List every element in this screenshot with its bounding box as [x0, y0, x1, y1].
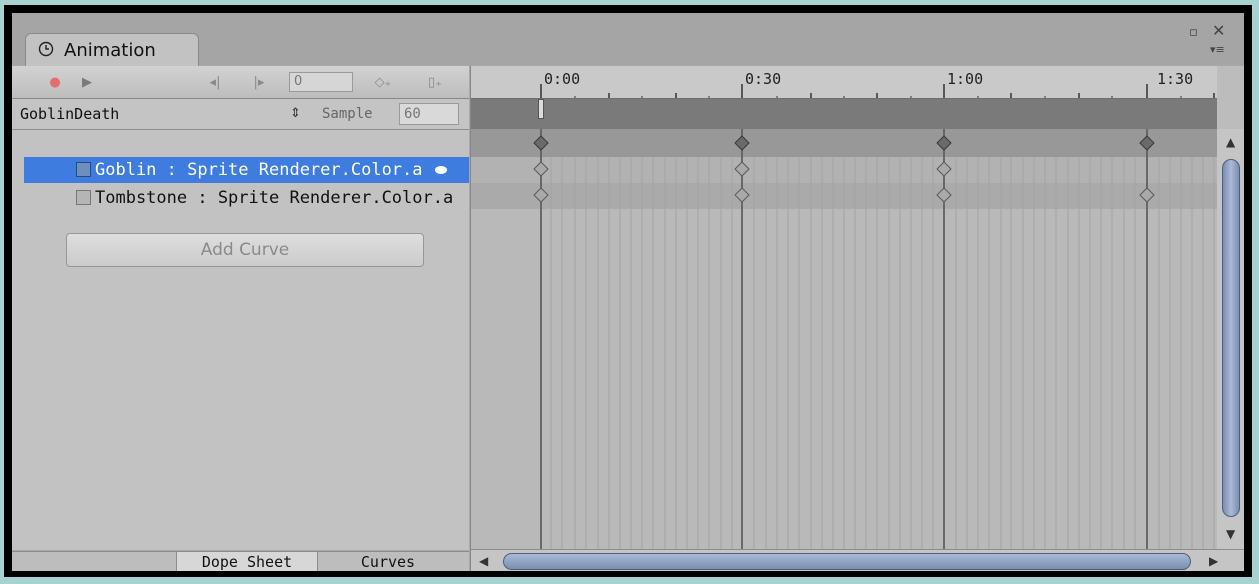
keyframe-scrub-bar[interactable] — [471, 99, 1217, 129]
sprite-renderer-icon — [76, 162, 91, 177]
keyframe-diamond[interactable] — [936, 161, 952, 177]
sample-label: Sample — [322, 106, 373, 122]
close-icon[interactable]: ✕ — [1212, 21, 1225, 40]
keyframe-diamond[interactable] — [1139, 187, 1155, 203]
time-ruler[interactable]: 0:00 0:30 1:00 1:30 — [471, 66, 1217, 99]
add-curve-button[interactable]: Add Curve — [66, 233, 424, 267]
keyframe-diamond[interactable] — [734, 187, 750, 203]
add-event-button[interactable]: ▯₊ — [420, 70, 450, 94]
add-keyframe-button[interactable]: ◇₊ — [368, 70, 398, 94]
window-frame: Animation ▫ ✕ ▾≡ ● ▶ ◂| |▸ 0 ◇₊ ▯₊ Gobli… — [4, 5, 1252, 577]
tab-curves[interactable]: Curves — [318, 552, 458, 571]
keyframe-summary-diamond[interactable] — [936, 135, 952, 151]
property-row-tombstone[interactable]: Tombstone : Sprite Renderer.Color.a — [24, 185, 469, 211]
keyframe-summary-diamond[interactable] — [734, 135, 750, 151]
keyframe-diamond[interactable] — [533, 161, 549, 177]
menu-icon[interactable]: ▾≡ — [1210, 43, 1225, 56]
keyframe-diamond[interactable] — [533, 187, 549, 203]
tab-title: Animation — [64, 40, 156, 61]
play-button[interactable]: ▶ — [74, 70, 100, 94]
maximize-icon[interactable]: ▫ — [1189, 25, 1198, 40]
horizontal-scroll-thumb[interactable] — [503, 553, 1191, 570]
tab-dope-sheet[interactable]: Dope Sheet — [176, 552, 318, 571]
property-list: Goblin : Sprite Renderer.Color.a Tombsto… — [12, 130, 469, 550]
animation-window: Animation ▫ ✕ ▾≡ ● ▶ ◂| |▸ 0 ◇₊ ▯₊ Gobli… — [12, 13, 1244, 571]
dopesheet-timeline[interactable]: 0:00 0:30 1:00 1:30 ▲ ▼ ◀ ▶ — [470, 66, 1244, 571]
keyframe-summary-diamond[interactable] — [533, 135, 549, 151]
frame-field[interactable]: 0 — [289, 72, 353, 92]
tab-strip: Animation ▫ ✕ ▾≡ — [12, 13, 1244, 66]
toolbar: ● ▶ ◂| |▸ 0 ◇₊ ▯₊ — [12, 66, 469, 99]
property-label: Goblin : Sprite Renderer.Color.a — [95, 160, 423, 180]
sprite-renderer-icon — [76, 190, 91, 205]
clip-select[interactable]: GoblinDeath — [20, 103, 310, 125]
sample-field[interactable]: 60 — [399, 103, 459, 125]
record-button[interactable]: ● — [42, 70, 68, 94]
view-mode-tabs: Dope Sheet Curves — [12, 551, 469, 571]
clip-row: GoblinDeath ⇕ Sample 60 — [12, 99, 469, 130]
tick-label: 0:30 — [745, 70, 782, 88]
keyframes-layer — [533, 129, 1155, 549]
horizontal-scrollbar[interactable]: ◀ ▶ — [471, 549, 1244, 571]
tab-animation[interactable]: Animation — [25, 33, 199, 66]
keyframe-summary-diamond[interactable] — [1139, 135, 1155, 151]
keyframe-diamond[interactable] — [936, 187, 952, 203]
property-row-goblin[interactable]: Goblin : Sprite Renderer.Color.a — [24, 157, 469, 183]
options-icon[interactable] — [435, 166, 447, 174]
tick-label: 0:00 — [544, 70, 581, 88]
clip-dropdown-icon[interactable]: ⇕ — [290, 103, 301, 125]
playhead-handle[interactable] — [538, 99, 544, 119]
prev-keyframe-button[interactable]: ◂| — [202, 70, 228, 94]
next-keyframe-button[interactable]: |▸ — [246, 70, 272, 94]
tick-label: 1:00 — [947, 70, 984, 88]
scroll-right-icon[interactable]: ▶ — [1209, 554, 1218, 568]
vertical-scroll-thumb[interactable] — [1222, 159, 1240, 517]
keyframe-diamond[interactable] — [734, 161, 750, 177]
tick-label: 1:30 — [1157, 70, 1194, 88]
clock-icon — [38, 41, 54, 57]
property-label: Tombstone : Sprite Renderer.Color.a — [95, 188, 454, 208]
scroll-down-icon[interactable]: ▼ — [1226, 527, 1235, 541]
scroll-left-icon[interactable]: ◀ — [479, 554, 488, 568]
scroll-up-icon[interactable]: ▲ — [1226, 135, 1235, 149]
ruler-ticks — [540, 84, 1215, 98]
vertical-scrollbar[interactable]: ▲ ▼ — [1217, 129, 1244, 549]
